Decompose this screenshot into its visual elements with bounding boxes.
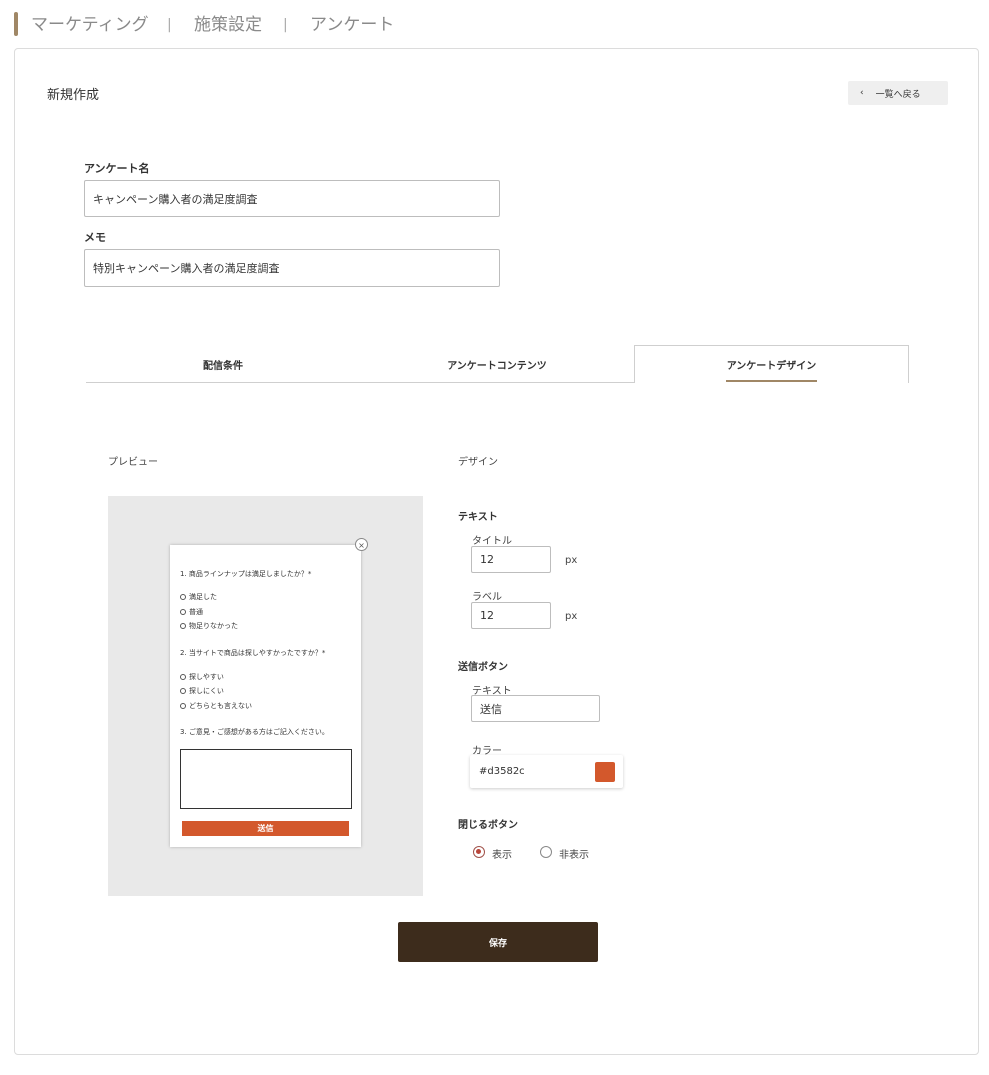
tab-survey-design[interactable]: アンケートデザイン [634,345,909,383]
submit-text-input[interactable]: 送信 [471,695,600,722]
close-hide-radio[interactable] [540,846,552,858]
breadcrumb-item-marketing[interactable]: マーケティング [31,14,149,36]
radio-circle-icon [180,594,186,600]
breadcrumb-accent-bar [14,12,18,36]
chevron-left-icon: ‹ [860,88,864,98]
tab-delivery-conditions[interactable]: 配信条件 [86,345,360,383]
comment-textarea[interactable] [180,749,352,809]
title-size-label: タイトル [472,536,512,547]
back-to-list-label: 一覧へ戻る [875,89,921,100]
option-radio[interactable]: 物足りなかった [180,621,238,631]
back-to-list-button[interactable]: ‹ 一覧へ戻る [848,81,948,105]
close-show-radio[interactable] [473,846,485,858]
option-radio[interactable]: 満足した [180,592,217,602]
radio-circle-icon [180,703,186,709]
breadcrumb-separator: | [283,17,288,33]
close-icon[interactable]: × [355,538,368,551]
text-section-heading: テキスト [458,512,498,523]
save-button[interactable]: 保存 [398,922,598,962]
breadcrumb-separator: | [167,17,172,33]
memo-input[interactable]: 特別キャンペーン購入者の満足度調査 [84,249,500,287]
color-swatch[interactable] [595,762,615,782]
page-title: 新規作成 [47,88,100,103]
label-size-label: ラベル [472,592,502,603]
option-label: 満足した [189,593,217,601]
radio-circle-icon [180,609,186,615]
tab-active-underline [726,380,817,382]
option-label: 物足りなかった [189,622,238,630]
option-label: 探しにくい [189,687,224,695]
tab-survey-contents[interactable]: アンケートコンテンツ [360,345,634,383]
question-1: 1. 商品ラインナップは満足しましたか？* [180,570,312,578]
preview-submit-button[interactable]: 送信 [182,821,349,836]
option-radio[interactable]: 探しやすい [180,672,224,682]
breadcrumb-item-campaign-settings[interactable]: 施策設定 [194,14,262,36]
radio-circle-icon [180,674,186,680]
question-2: 2. 当サイトで商品は探しやすかったですか？* [180,649,326,657]
option-radio[interactable]: どちらとも言えない [180,701,252,711]
title-size-input[interactable]: 12 [471,546,551,573]
design-heading: デザイン [458,457,498,468]
question-3: 3. ご意見・ご感想がある方はご記入ください。 [180,728,329,736]
submit-section-heading: 送信ボタン [458,662,508,673]
option-label: 探しやすい [189,673,224,681]
title-size-unit: px [565,555,578,566]
memo-label: メモ [84,231,106,244]
label-size-input[interactable]: 12 [471,602,551,629]
radio-circle-icon [180,623,186,629]
close-hide-label: 非表示 [559,850,589,861]
option-radio[interactable]: 普通 [180,607,203,617]
survey-name-label: アンケート名 [84,162,150,175]
option-radio[interactable]: 探しにくい [180,686,224,696]
label-size-unit: px [565,611,578,622]
close-section-heading: 閉じるボタン [458,820,518,831]
option-label: どちらとも言えない [189,702,252,710]
radio-circle-icon [180,688,186,694]
breadcrumb-item-survey: アンケート [310,15,395,35]
survey-name-input[interactable]: キャンペーン購入者の満足度調査 [84,180,500,217]
option-label: 普通 [189,608,203,616]
close-show-label: 表示 [492,850,512,861]
preview-heading: プレビュー [108,457,158,468]
